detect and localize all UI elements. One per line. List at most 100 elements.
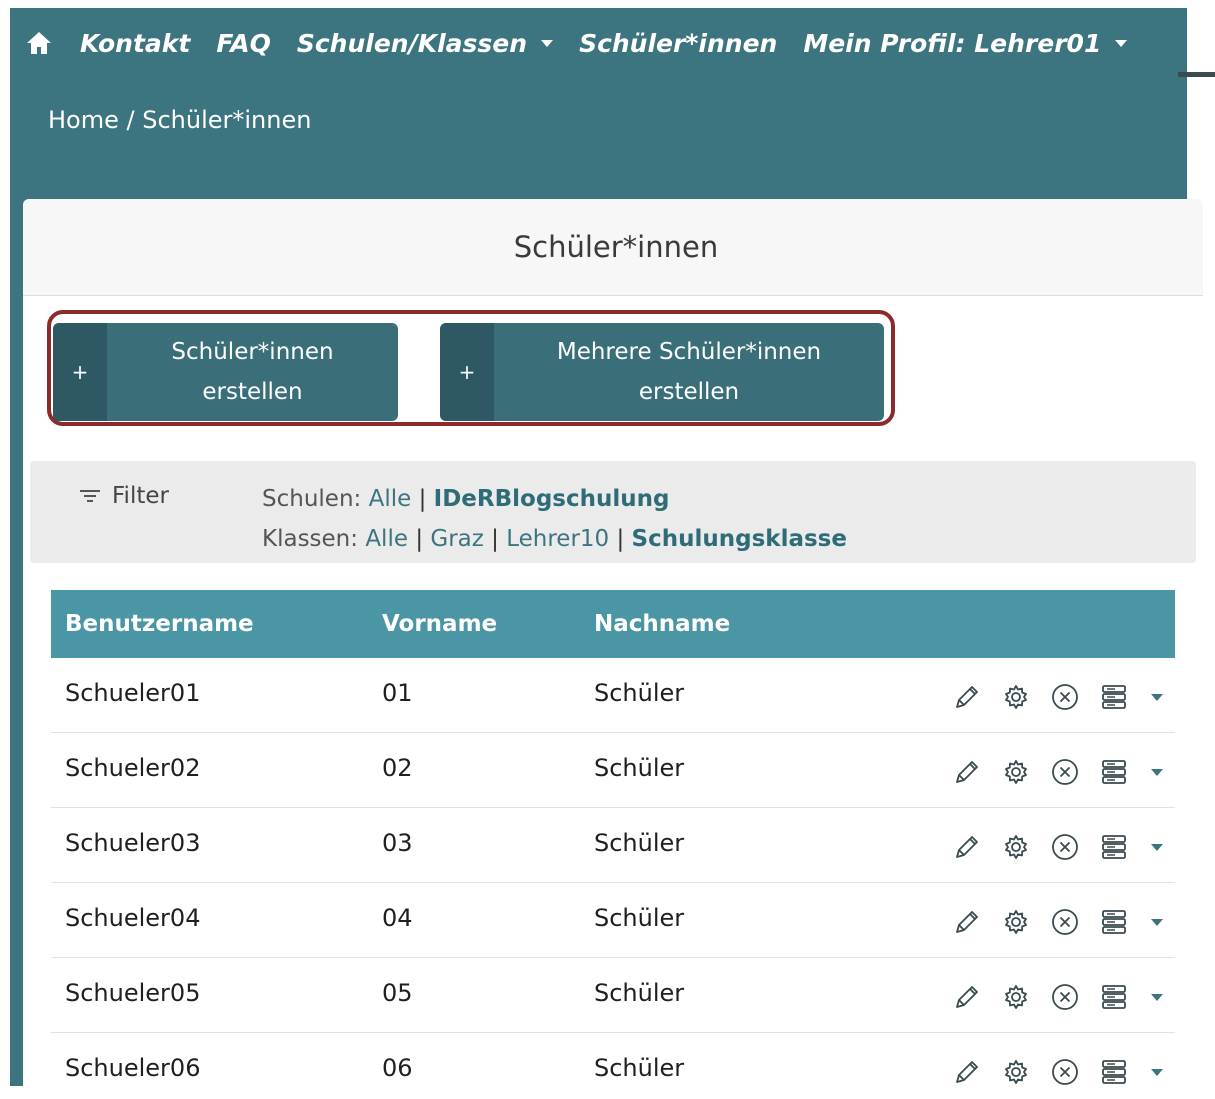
delete-circle-icon[interactable] [1049,1056,1081,1088]
cell-username: Schueler03 [65,829,201,857]
filter-class-graz[interactable]: Graz [430,526,483,552]
gear-icon[interactable] [1000,681,1032,713]
table-row: Schueler02 02 Schüler [51,733,1175,808]
chevron-down-icon[interactable] [1151,843,1163,851]
create-student-label: Schüler*innen erstellen [107,323,398,421]
filter-options: Schulen: Alle | IDeRBlogschulung Klassen… [262,479,847,559]
row-actions [951,681,1163,713]
row-actions [951,906,1163,938]
cell-lastname: Schüler [594,829,685,857]
pencil-icon[interactable] [951,831,983,863]
breadcrumb-current: Schüler*innen [142,106,312,134]
pencil-icon[interactable] [951,1056,983,1088]
list-icon[interactable] [1098,681,1130,713]
nav-schulen-klassen[interactable]: Schulen/Klassen [296,28,554,58]
header-benutzername[interactable]: Benutzername [65,611,254,637]
cell-firstname: 03 [382,829,413,857]
nav-schueler-label: Schüler*innen [579,28,778,58]
pencil-icon[interactable] [951,906,983,938]
cell-firstname: 04 [382,904,413,932]
cell-firstname: 02 [382,754,413,782]
row-actions [951,981,1163,1013]
pencil-icon[interactable] [951,756,983,788]
filter-icon [80,490,100,502]
chevron-down-icon[interactable] [1151,693,1163,701]
filter-classes-prefix: Klassen: [262,526,359,552]
row-actions [951,831,1163,863]
cell-lastname: Schüler [594,679,685,707]
gear-icon[interactable] [1000,831,1032,863]
filter-schools-prefix: Schulen: [262,486,362,512]
nav-kontakt[interactable]: Kontakt [80,29,190,58]
filter-label: Filter [112,483,169,509]
table-row: Schueler06 06 Schüler [51,1033,1175,1099]
nav-profile-label: Mein Profil: Lehrer01 [803,28,1102,58]
breadcrumb-separator: / [118,106,143,134]
delete-circle-icon[interactable] [1049,756,1081,788]
breadcrumb-home[interactable]: Home [48,106,119,134]
filter-school-iderblogschulung[interactable]: IDeRBlogschulung [434,486,670,512]
filter-panel: Filter Schulen: Alle | IDeRBlogschulung … [30,461,1196,563]
table-row: Schueler03 03 Schüler [51,808,1175,883]
page-title: Schüler*innen [513,230,719,264]
filter-separator: | [415,526,424,552]
filter-class-schulungsklasse[interactable]: Schulungsklasse [632,526,847,552]
filter-class-lehrer10[interactable]: Lehrer10 [506,526,609,552]
chevron-down-icon[interactable] [1151,993,1163,1001]
delete-circle-icon[interactable] [1049,906,1081,938]
row-actions [951,1056,1163,1088]
filter-class-alle[interactable]: Alle [365,526,408,552]
card-header: Schüler*innen [23,199,1203,296]
gear-icon[interactable] [1000,906,1032,938]
create-student-label-line2: erstellen [202,379,303,405]
header-vorname[interactable]: Vorname [382,611,497,637]
pencil-icon[interactable] [951,681,983,713]
cell-firstname: 01 [382,679,413,707]
create-student-label-line1: Schüler*innen [171,339,334,365]
header-nachname[interactable]: Nachname [594,611,730,637]
nav-schulen-klassen-label: Schulen/Klassen [296,28,528,58]
cell-username: Schueler05 [65,979,201,1007]
plus-icon: + [53,323,107,421]
home-icon[interactable] [26,31,52,55]
pencil-icon[interactable] [951,981,983,1013]
nav-schueler[interactable]: Schüler*innen [579,29,777,58]
delete-circle-icon[interactable] [1049,981,1081,1013]
list-icon[interactable] [1098,906,1130,938]
list-icon[interactable] [1098,1056,1130,1088]
list-icon[interactable] [1098,831,1130,863]
nav-faq-label: FAQ [216,28,271,58]
list-icon[interactable] [1098,756,1130,788]
create-multiple-label-line2: erstellen [638,379,740,405]
chevron-down-icon[interactable] [1151,768,1163,776]
gear-icon[interactable] [1000,756,1032,788]
delete-circle-icon[interactable] [1049,831,1081,863]
delete-circle-icon[interactable] [1049,681,1081,713]
filter-schools-line: Schulen: Alle | IDeRBlogschulung [262,479,847,519]
table-header: Benutzername Vorname Nachname [51,590,1175,658]
table-row: Schueler04 04 Schüler [51,883,1175,958]
gear-icon[interactable] [1000,981,1032,1013]
students-table: Benutzername Vorname Nachname Schueler01… [51,590,1175,1099]
gear-icon[interactable] [1000,1056,1032,1088]
cell-firstname: 05 [382,979,413,1007]
chevron-down-icon [1115,39,1128,47]
chevron-down-icon[interactable] [1151,918,1163,926]
table-row: Schueler05 05 Schüler [51,958,1175,1033]
nav-faq[interactable]: FAQ [216,29,270,58]
table-row: Schueler01 01 Schüler [51,658,1175,733]
filter-school-alle[interactable]: Alle [369,486,412,512]
breadcrumb: Home / Schüler*innen [48,106,311,134]
create-student-button[interactable]: + Schüler*innen erstellen [53,323,398,421]
filter-toggle[interactable]: Filter [80,483,169,509]
cell-lastname: Schüler [594,904,685,932]
cell-lastname: Schüler [594,754,685,782]
create-multiple-label-line1: Mehrere Schüler*innen [556,339,822,365]
nav-profile[interactable]: Mein Profil: Lehrer01 [803,28,1128,58]
create-multiple-students-button[interactable]: + Mehrere Schüler*innen erstellen [440,323,884,421]
list-icon[interactable] [1098,981,1130,1013]
chevron-down-icon[interactable] [1151,1068,1163,1076]
cell-username: Schueler01 [65,679,201,707]
table-body: Schueler01 01 Schüler Schueler02 02 Schü… [51,658,1175,1099]
create-multiple-label: Mehrere Schüler*innen erstellen [494,323,884,421]
